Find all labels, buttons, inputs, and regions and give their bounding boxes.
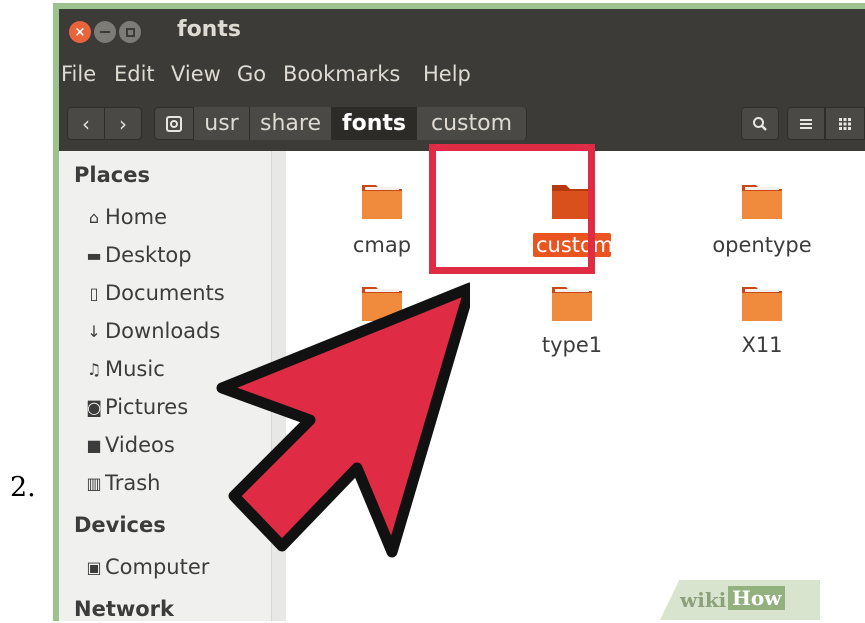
sidebar-item-label: Desktop [105, 243, 192, 267]
sidebar-item-home[interactable]: ⌂ Home [83, 205, 167, 229]
folder-label[interactable]: opentype [712, 233, 812, 257]
music-icon: ♫ [86, 359, 102, 379]
sidebar-item-label: Music [105, 357, 165, 381]
minimize-icon [100, 31, 110, 33]
grid-view-icon [839, 117, 851, 130]
close-window-button[interactable]: × [69, 21, 91, 43]
list-view-icon [800, 118, 812, 129]
pointer-arrow-icon [216, 282, 470, 558]
folder-x11-icon[interactable] [739, 279, 785, 325]
menu-bookmarks[interactable]: Bookmarks [283, 62, 400, 86]
title-bar: × fonts [59, 9, 865, 56]
desktop-folder-icon: ▬ [86, 245, 102, 265]
watermark-text-how: How [728, 586, 786, 610]
folder-cmap-icon[interactable] [359, 177, 405, 223]
crumb-usr[interactable]: usr [194, 107, 250, 140]
trash-icon: ▥ [86, 473, 102, 493]
download-icon: ↓ [87, 321, 101, 341]
sidebar-item-music[interactable]: ♫ Music [83, 357, 165, 381]
sidebar-item-label: Videos [105, 433, 175, 457]
places-heading: Places [74, 163, 150, 187]
maximize-window-button[interactable] [119, 21, 141, 43]
sidebar-item-label: Trash [105, 471, 161, 495]
maximize-icon [125, 27, 135, 37]
sidebar-item-trash[interactable]: ▥ Trash [83, 471, 161, 495]
video-icon: ■ [86, 435, 102, 455]
crumb-share[interactable]: share [250, 107, 332, 140]
camera-icon: ◙ [86, 397, 102, 417]
home-icon: ⌂ [88, 207, 100, 227]
back-button[interactable]: ‹ [67, 107, 105, 140]
sidebar-item-label: Home [105, 205, 168, 229]
highlight-box [429, 144, 595, 274]
minimize-window-button[interactable] [94, 21, 116, 43]
folder-opentype-icon[interactable] [739, 177, 785, 223]
network-heading: Network [74, 597, 175, 621]
sidebar-item-desktop[interactable]: ▬ Desktop [83, 243, 192, 267]
search-icon [753, 116, 767, 131]
search-button[interactable] [741, 107, 779, 140]
devices-heading: Devices [74, 513, 166, 537]
folder-label[interactable]: cmap [346, 233, 418, 257]
menu-file[interactable]: File [61, 62, 96, 86]
menu-view[interactable]: View [171, 62, 221, 86]
menu-bar: File Edit View Go Bookmarks Help [59, 56, 865, 96]
sidebar-item-videos[interactable]: ■ Videos [83, 433, 175, 457]
root-crumb-button[interactable] [154, 107, 194, 140]
crumb-fonts[interactable]: fonts [332, 107, 417, 140]
sidebar-item-pictures[interactable]: ◙ Pictures [83, 395, 188, 419]
sidebar-item-label: Pictures [105, 395, 189, 419]
window-title: fonts [177, 17, 241, 42]
folder-label[interactable]: X11 [726, 333, 798, 357]
drive-icon: ▣ [86, 557, 102, 577]
folder-type1-icon[interactable] [549, 279, 595, 325]
documents-icon: ▯ [89, 283, 99, 303]
grid-view-button[interactable] [825, 107, 865, 140]
menu-edit[interactable]: Edit [114, 62, 155, 86]
menu-go[interactable]: Go [237, 62, 266, 86]
step-number: 2. [10, 472, 36, 503]
folder-label[interactable]: type1 [536, 333, 608, 357]
menu-help[interactable]: Help [423, 62, 471, 86]
forward-button[interactable]: › [104, 107, 142, 140]
wikihow-watermark: wiki How [660, 580, 820, 620]
drive-icon [166, 115, 182, 132]
watermark-text-wiki: wiki [680, 588, 727, 612]
list-view-button[interactable] [787, 107, 825, 140]
crumb-custom[interactable]: custom [417, 107, 527, 140]
